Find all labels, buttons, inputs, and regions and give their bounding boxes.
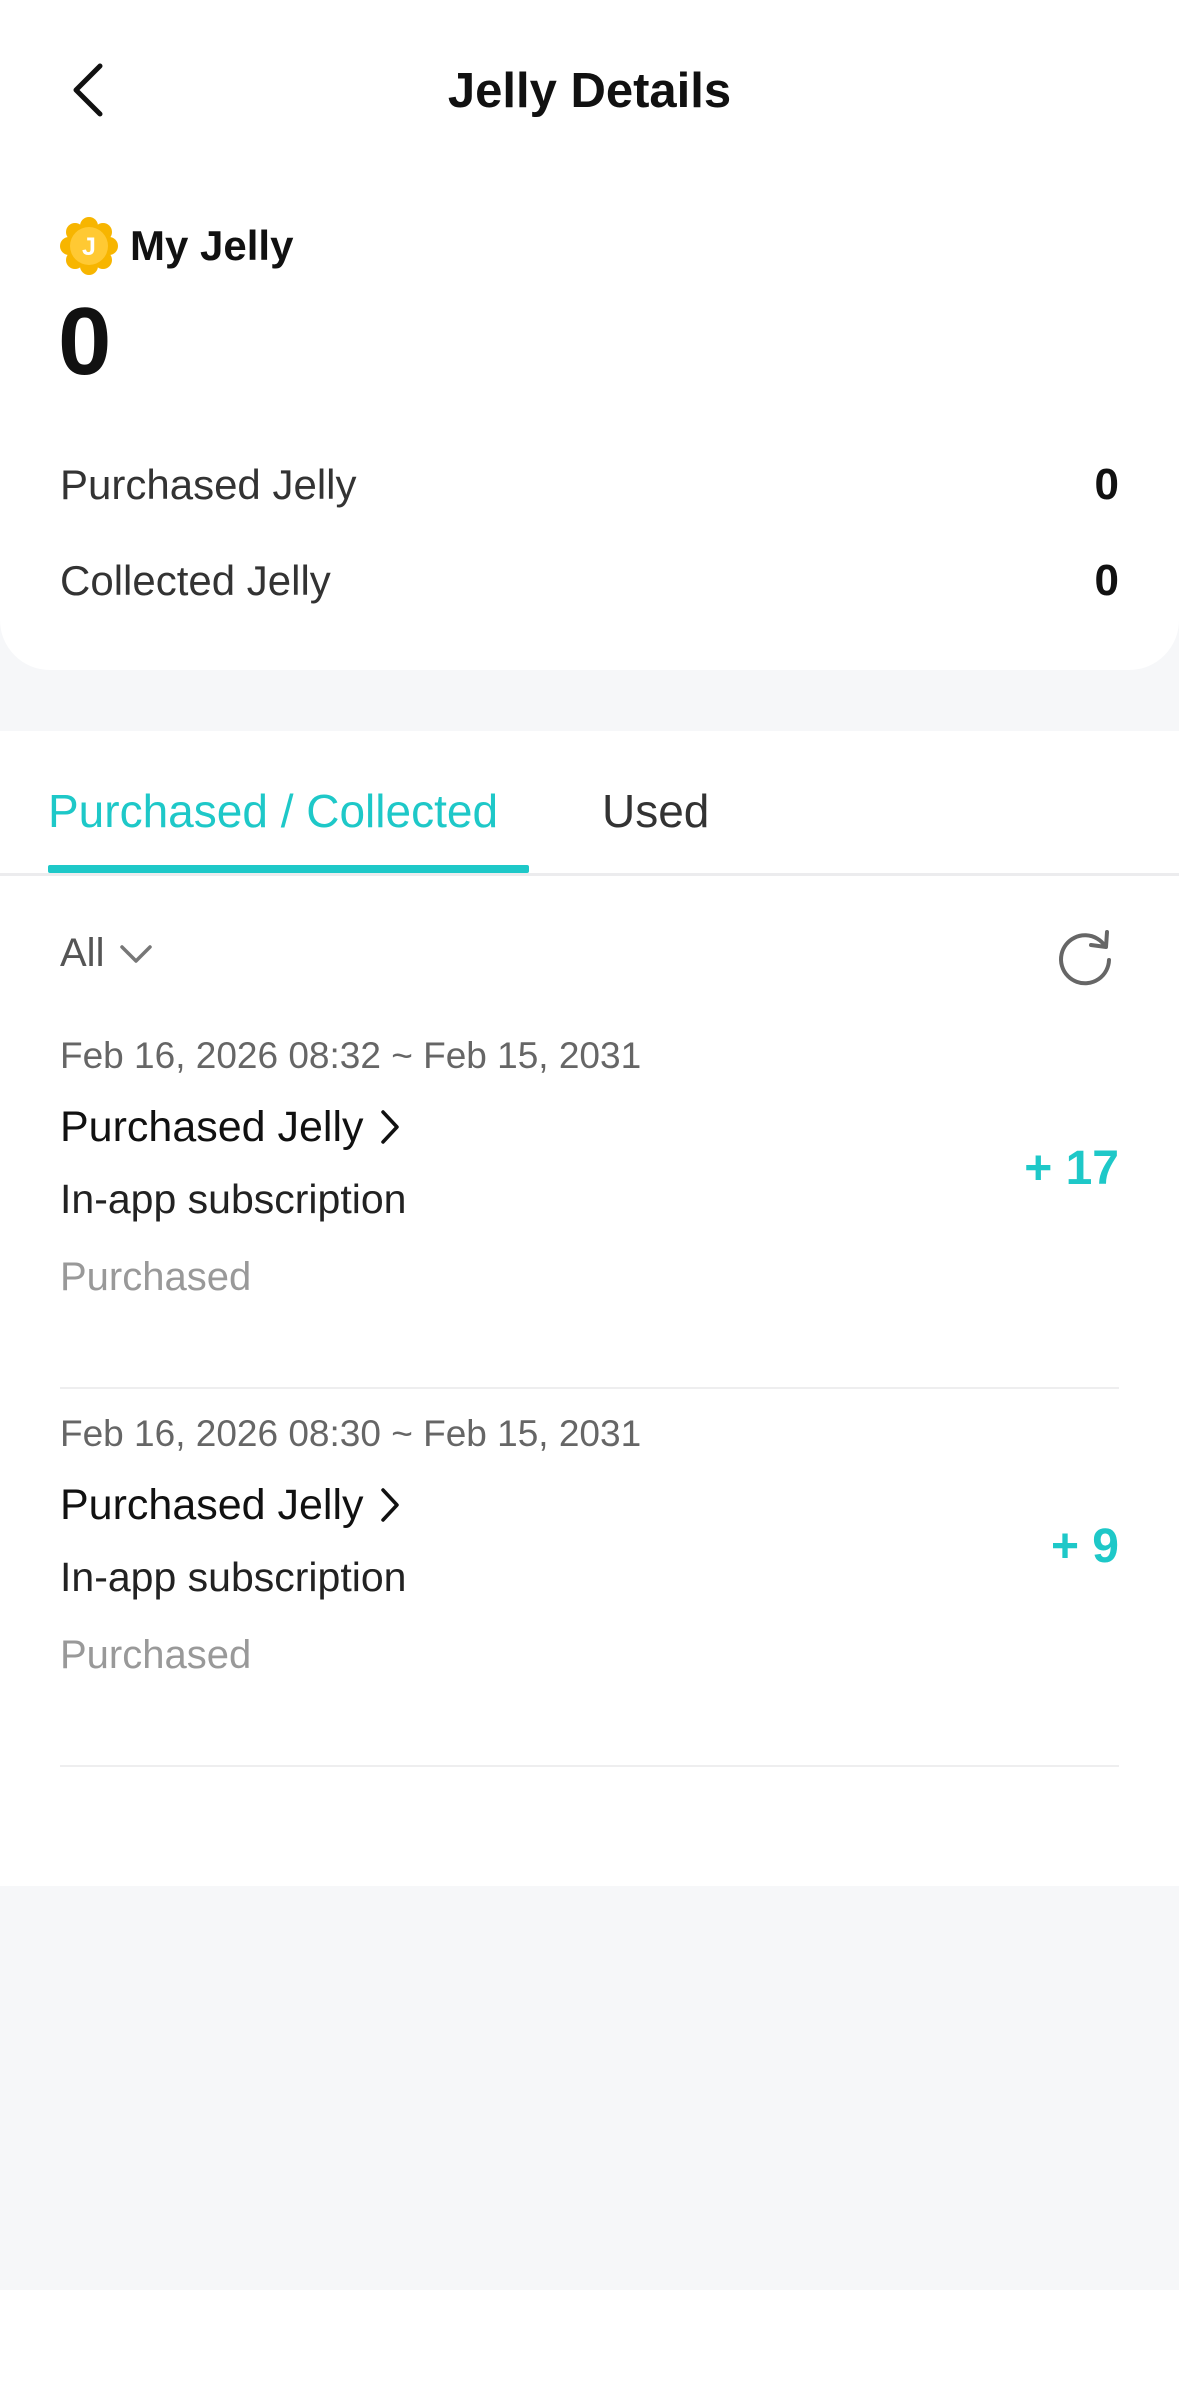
top-nav-bar: Jelly Details (0, 0, 1179, 185)
tab-used[interactable]: Used (602, 781, 709, 841)
active-tab-indicator (48, 865, 529, 873)
record-status: Purchased (60, 1255, 252, 1299)
record-status: Purchased (60, 1633, 252, 1677)
list-item: Feb 16, 2026 08:32 ~ Feb 15, 2031 Purcha… (60, 1031, 1119, 1389)
collected-jelly-label: Collected Jelly (60, 557, 331, 604)
bottom-safe-area (0, 2290, 1179, 2396)
chevron-right-icon (380, 1110, 399, 1144)
record-title: Purchased Jelly (60, 1103, 364, 1151)
filter-selected-label: All (60, 931, 105, 975)
my-jelly-label: My Jelly (130, 222, 294, 269)
record-date-range: Feb 16, 2026 08:32 ~ Feb 15, 2031 (60, 1035, 642, 1076)
list-item: Feb 16, 2026 08:30 ~ Feb 15, 2031 Purcha… (60, 1409, 1119, 1767)
jelly-details-screen: Jelly Details J My Jelly 0 Purchased Jel… (0, 0, 1179, 2396)
refresh-button[interactable] (1050, 921, 1120, 991)
my-jelly-heading: J My Jelly (60, 217, 293, 275)
chevron-right-icon (380, 1488, 399, 1522)
purchased-jelly-label: Purchased Jelly (60, 461, 357, 508)
record-title-link[interactable]: Purchased Jelly (60, 1099, 402, 1155)
jelly-coin-icon: J (60, 217, 118, 275)
record-amount: + 17 (1024, 1142, 1119, 1195)
record-date-range: Feb 16, 2026 08:30 ~ Feb 15, 2031 (60, 1413, 642, 1454)
filter-dropdown[interactable]: All (60, 931, 154, 976)
svg-text:J: J (82, 233, 96, 261)
purchased-jelly-value: 0 (1094, 460, 1119, 509)
jelly-total-value: 0 (58, 288, 112, 395)
refresh-icon (1059, 930, 1111, 986)
balance-card: J My Jelly 0 Purchased Jelly 0 Collected… (0, 185, 1179, 670)
collected-jelly-value: 0 (1094, 556, 1119, 605)
divider (60, 1387, 1119, 1389)
divider (60, 1765, 1119, 1767)
record-title-link[interactable]: Purchased Jelly (60, 1477, 402, 1533)
tab-bar: Purchased / Collected Used (0, 731, 1179, 876)
record-title: Purchased Jelly (60, 1481, 364, 1529)
chevron-down-icon (120, 944, 153, 963)
record-amount: + 9 (1050, 1520, 1119, 1573)
page-title: Jelly Details (447, 64, 732, 118)
record-description: In-app subscription (60, 1554, 407, 1600)
tab-purchased-collected[interactable]: Purchased / Collected (48, 781, 498, 841)
jelly-history-section: Purchased / Collected Used All Feb 16, 2… (0, 731, 1179, 1886)
collected-jelly-row: Collected Jelly 0 (60, 551, 1119, 611)
purchased-jelly-row: Purchased Jelly 0 (60, 455, 1119, 515)
record-description: In-app subscription (60, 1176, 407, 1222)
